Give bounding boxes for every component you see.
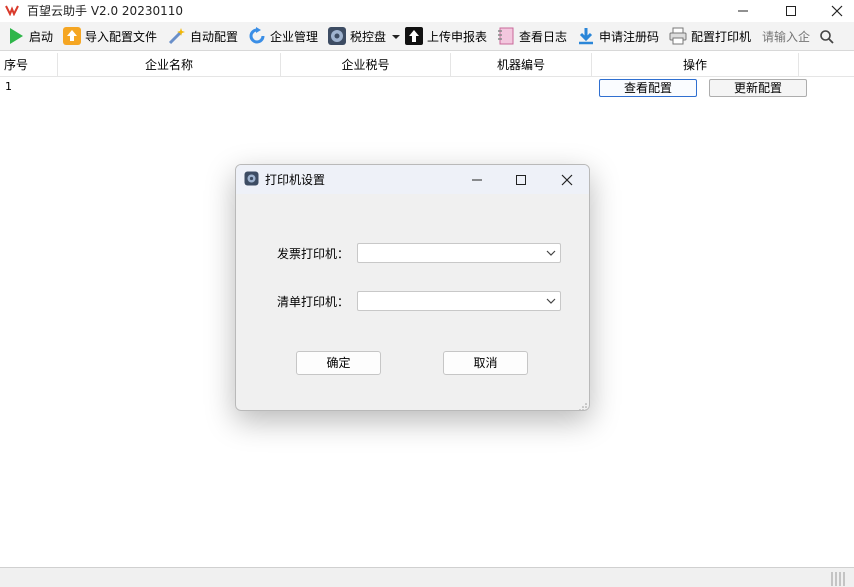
apply-reg-code-button[interactable]: 申请注册码 [576, 25, 659, 47]
notebook-icon [496, 26, 516, 46]
tax-disk-dropdown[interactable]: 税控盘 [327, 25, 401, 47]
company-manage-label: 企业管理 [270, 29, 319, 44]
dialog-close-button[interactable] [545, 165, 589, 194]
auto-config-label: 自动配置 [190, 29, 239, 44]
column-header-tax-id[interactable]: 企业税号 [281, 53, 451, 77]
column-header-actions[interactable]: 操作 [592, 53, 799, 77]
toolbar: 启动 导入配置文件 自动配置 企业管理 税控盘 上传申报表 查看日志 申请注册码… [0, 22, 854, 51]
app-title: 百望云助手 V2.0 20230110 [27, 4, 184, 18]
printer-icon [668, 26, 688, 46]
chevron-down-icon [546, 295, 556, 305]
dialog-resize-grip-icon[interactable] [579, 400, 587, 410]
tax-disk-label: 税控盘 [350, 29, 387, 44]
start-button[interactable]: 启动 [6, 25, 53, 47]
auto-config-button[interactable]: 自动配置 [167, 25, 238, 47]
invoice-printer-select[interactable] [357, 243, 561, 263]
printer-settings-dialog: 打印机设置 发票打印机： 清单打印机： 确定 取消 [235, 164, 590, 411]
upload-report-label: 上传申报表 [427, 29, 488, 44]
chevron-down-icon [392, 29, 401, 43]
dialog-maximize-button[interactable] [499, 165, 543, 194]
import-config-button[interactable]: 导入配置文件 [62, 25, 157, 47]
close-button[interactable] [814, 0, 854, 22]
dialog-minimize-button[interactable] [455, 165, 499, 194]
magic-wand-icon [167, 26, 187, 46]
dialog-title: 打印机设置 [265, 173, 326, 187]
ok-button[interactable]: 确定 [296, 351, 381, 375]
minimize-button[interactable] [720, 0, 766, 22]
import-config-label: 导入配置文件 [85, 29, 158, 44]
list-printer-select[interactable] [357, 291, 561, 311]
view-log-label: 查看日志 [519, 29, 568, 44]
dialog-title-bar[interactable]: 打印机设置 [236, 165, 589, 194]
app-title-bar: 百望云助手 V2.0 20230110 [0, 0, 854, 22]
apply-reg-code-label: 申请注册码 [599, 29, 660, 44]
chevron-down-icon [546, 247, 556, 257]
config-printer-label: 配置打印机 [691, 29, 752, 44]
refresh-icon [247, 26, 267, 46]
start-label: 启动 [29, 29, 54, 44]
dialog-app-icon [244, 171, 259, 186]
update-config-button[interactable]: 更新配置 [709, 79, 807, 97]
column-header-name[interactable]: 企业名称 [58, 53, 281, 77]
table-header: 序号 企业名称 企业税号 机器编号 操作 [0, 53, 854, 77]
upload-circle-icon [62, 26, 82, 46]
list-printer-label: 清单打印机： [277, 295, 350, 309]
view-config-button[interactable]: 查看配置 [599, 79, 697, 97]
config-printer-button[interactable]: 配置打印机 [668, 25, 751, 47]
app-logo-icon [5, 4, 19, 17]
row-number: 1 [5, 80, 12, 93]
search-input[interactable] [758, 26, 814, 48]
company-manage-button[interactable]: 企业管理 [247, 25, 318, 47]
view-log-button[interactable]: 查看日志 [496, 25, 567, 47]
upload-report-button[interactable]: 上传申报表 [404, 25, 487, 47]
status-bar [0, 567, 854, 587]
maximize-button[interactable] [768, 0, 814, 22]
invoice-printer-label: 发票打印机： [277, 247, 350, 261]
download-icon [576, 26, 596, 46]
resize-grip-icon[interactable] [830, 572, 846, 586]
table-row[interactable]: 1 查看配置 更新配置 [0, 78, 854, 100]
play-icon [6, 26, 26, 46]
cancel-button[interactable]: 取消 [443, 351, 528, 375]
disc-icon [327, 26, 347, 46]
search-icon[interactable] [815, 26, 839, 48]
column-header-machine-no[interactable]: 机器编号 [451, 53, 592, 77]
upload-arrow-icon [404, 26, 424, 46]
column-header-no[interactable]: 序号 [0, 53, 58, 77]
